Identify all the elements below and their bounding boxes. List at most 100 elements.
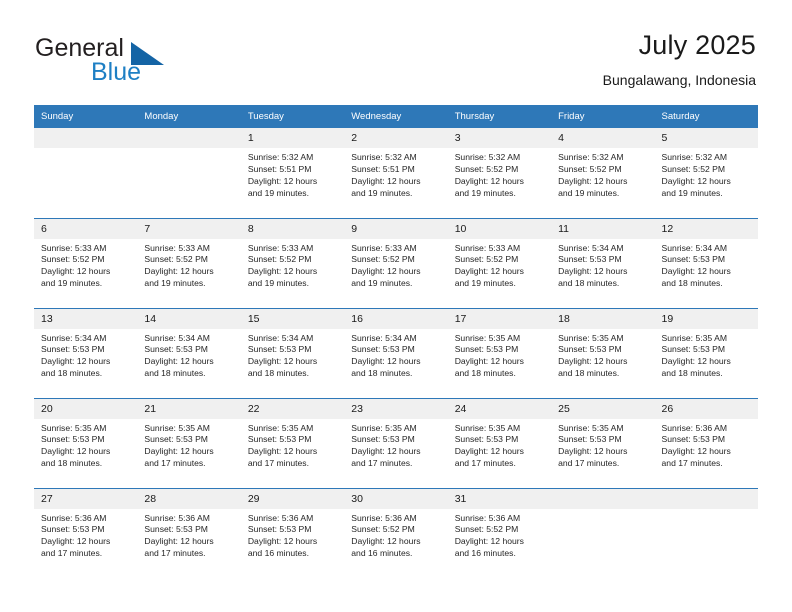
calendar-day-cell[interactable]: 7 Sunrise: 5:33 AM Sunset: 5:52 PM Daylight… xyxy=(137,217,241,308)
calendar-day-cell[interactable]: 6 Sunrise: 5:33 AM Sunset: 5:52 PM Daylight… xyxy=(34,217,138,308)
calendar-day-cell[interactable]: 12 Sunrise: 5:34 AM Sunset: 5:53 PM Dayligh… xyxy=(654,217,758,308)
calendar-day-cell[interactable]: 11 Sunrise: 5:34 AM Sunset: 5:53 PM Dayligh… xyxy=(551,217,655,308)
calendar-day-cell[interactable]: 26 Sunrise: 5:36 AM Sunset: 5:53 PM Dayligh… xyxy=(654,397,758,488)
calendar-day-cell[interactable]: 27 Sunrise: 5:36 AM Sunset: 5:53 PM Dayligh… xyxy=(34,487,138,578)
day-sun-info: Sunrise: 5:35 AM Sunset: 5:53 PM Daylight:… xyxy=(137,419,240,471)
calendar-day-cell[interactable]: 18 Sunrise: 5:35 AM Sunset: 5:53 PM Dayligh… xyxy=(551,307,655,398)
calendar-day-cell[interactable]: 15 Sunrise: 5:34 AM Sunset: 5:53 PM Dayligh… xyxy=(240,307,345,398)
day-info-line: and 17 minutes. xyxy=(144,548,206,559)
calendar-day-cell[interactable]: 5 Sunrise: 5:32 AM Sunset: 5:52 PM Daylight… xyxy=(654,128,758,218)
day-info-line: Sunset: 5:52 PM xyxy=(351,524,415,535)
day-sun-info: Sunrise: 5:35 AM Sunset: 5:53 PM Daylight:… xyxy=(241,419,344,471)
calendar-day-cell[interactable]: 3 Sunrise: 5:32 AM Sunset: 5:52 PM Daylight… xyxy=(447,128,552,218)
day-info-line: Sunset: 5:53 PM xyxy=(351,344,415,355)
calendar-day-cell[interactable]: 13 Sunrise: 5:34 AM Sunset: 5:53 PM Dayligh… xyxy=(34,307,138,398)
day-info-line: Daylight: 12 hours xyxy=(351,536,421,547)
day-sun-info: Sunrise: 5:33 AM Sunset: 5:52 PM Daylight:… xyxy=(34,239,137,291)
day-cell-content: 19 Sunrise: 5:35 AM Sunset: 5:53 PM Dayligh… xyxy=(654,308,758,398)
day-info-line: Sunset: 5:53 PM xyxy=(661,344,726,355)
calendar-day-cell[interactable]: 30 Sunrise: 5:36 AM Sunset: 5:52 PM Dayligh… xyxy=(344,487,448,578)
day-sun-info: Sunrise: 5:32 AM Sunset: 5:51 PM Daylight:… xyxy=(241,148,344,200)
day-sun-info: Sunrise: 5:34 AM Sunset: 5:53 PM Daylight:… xyxy=(34,329,137,381)
day-number: 7 xyxy=(137,218,241,239)
calendar-week-row: 6 Sunrise: 5:33 AM Sunset: 5:52 PM Daylight… xyxy=(34,217,758,308)
day-info-line: Daylight: 12 hours xyxy=(247,175,318,186)
calendar-day-cell[interactable]: 17 Sunrise: 5:35 AM Sunset: 5:53 PM Dayligh… xyxy=(447,307,552,398)
day-cell-content: 8 Sunrise: 5:33 AM Sunset: 5:52 PM Daylight… xyxy=(240,218,345,308)
day-info-line: and 19 minutes. xyxy=(41,278,103,289)
day-info-line: Daylight: 12 hours xyxy=(661,356,731,367)
day-number: 5 xyxy=(654,128,758,148)
calendar-day-cell[interactable]: 1 Sunrise: 5:32 AM Sunset: 5:51 PM Daylight… xyxy=(240,128,345,218)
day-info-line: Daylight: 12 hours xyxy=(247,536,318,547)
day-number: 23 xyxy=(344,398,448,419)
day-cell-content: 3 Sunrise: 5:32 AM Sunset: 5:52 PM Daylight… xyxy=(447,128,552,217)
day-number xyxy=(551,488,655,509)
weekday-header-friday: Friday xyxy=(551,105,655,128)
day-sun-info: Sunrise: 5:34 AM Sunset: 5:53 PM Daylight:… xyxy=(137,329,240,381)
calendar-day-cell[interactable]: 2 Sunrise: 5:32 AM Sunset: 5:51 PM Daylight… xyxy=(344,128,448,218)
day-number: 6 xyxy=(34,218,138,239)
day-cell-content: 4 Sunrise: 5:32 AM Sunset: 5:52 PM Daylight… xyxy=(551,128,655,217)
calendar-day-cell[interactable]: 21 Sunrise: 5:35 AM Sunset: 5:53 PM Dayligh… xyxy=(137,397,241,488)
day-info-line: Sunrise: 5:35 AM xyxy=(247,422,314,433)
calendar-day-cell[interactable]: 10 Sunrise: 5:33 AM Sunset: 5:52 PM Dayligh… xyxy=(447,217,552,308)
day-cell-content: 20 Sunrise: 5:35 AM Sunset: 5:53 PM Dayligh… xyxy=(34,398,138,488)
day-info-line: and 19 minutes. xyxy=(661,187,723,198)
day-info-line: Sunset: 5:52 PM xyxy=(351,254,415,265)
day-number: 25 xyxy=(551,398,655,419)
day-info-line: Sunset: 5:53 PM xyxy=(41,344,105,355)
calendar-day-cell[interactable]: 24 Sunrise: 5:35 AM Sunset: 5:53 PM Dayligh… xyxy=(447,397,552,488)
day-info-line: and 17 minutes. xyxy=(661,458,723,469)
calendar-day-cell[interactable]: 29 Sunrise: 5:36 AM Sunset: 5:53 PM Dayligh… xyxy=(240,487,345,578)
day-number: 21 xyxy=(137,398,241,419)
weekday-header-thursday: Thursday xyxy=(447,105,552,128)
day-sun-info: Sunrise: 5:36 AM Sunset: 5:52 PM Daylight:… xyxy=(448,509,551,561)
calendar-day-cell[interactable]: 19 Sunrise: 5:35 AM Sunset: 5:53 PM Dayligh… xyxy=(654,307,758,398)
day-info-line: Sunrise: 5:36 AM xyxy=(661,422,727,433)
calendar-empty-cell xyxy=(34,128,138,218)
calendar-day-cell[interactable]: 22 Sunrise: 5:35 AM Sunset: 5:53 PM Dayligh… xyxy=(240,397,345,488)
calendar-day-cell[interactable]: 23 Sunrise: 5:35 AM Sunset: 5:53 PM Dayligh… xyxy=(344,397,448,488)
weekday-header-saturday: Saturday xyxy=(654,105,758,128)
calendar-day-cell[interactable]: 14 Sunrise: 5:34 AM Sunset: 5:53 PM Dayligh… xyxy=(137,307,241,398)
day-info-line: Daylight: 12 hours xyxy=(41,536,111,547)
calendar-day-cell[interactable]: 4 Sunrise: 5:32 AM Sunset: 5:52 PM Daylight… xyxy=(551,128,655,218)
day-info-line: and 18 minutes. xyxy=(144,368,206,379)
calendar-day-cell[interactable]: 28 Sunrise: 5:36 AM Sunset: 5:53 PM Dayligh… xyxy=(137,487,241,578)
day-info-line: Sunset: 5:53 PM xyxy=(558,344,622,355)
calendar-week-row: 20 Sunrise: 5:35 AM Sunset: 5:53 PM Dayligh… xyxy=(34,397,758,488)
calendar-day-cell[interactable]: 9 Sunrise: 5:33 AM Sunset: 5:52 PM Daylight… xyxy=(344,217,448,308)
day-info-line: and 18 minutes. xyxy=(247,368,309,379)
day-info-line: Sunset: 5:51 PM xyxy=(351,163,415,174)
day-info-line: and 16 minutes. xyxy=(247,548,309,559)
day-info-line: Sunset: 5:53 PM xyxy=(661,254,726,265)
day-sun-info: Sunrise: 5:36 AM Sunset: 5:52 PM Daylight:… xyxy=(344,509,447,561)
calendar-day-cell[interactable]: 16 Sunrise: 5:34 AM Sunset: 5:53 PM Dayligh… xyxy=(344,307,448,398)
day-info-line: Sunrise: 5:36 AM xyxy=(247,512,314,523)
day-cell-content: 25 Sunrise: 5:35 AM Sunset: 5:53 PM Dayligh… xyxy=(551,398,655,488)
calendar-week-row: 27 Sunrise: 5:36 AM Sunset: 5:53 PM Dayligh… xyxy=(34,487,758,578)
day-info-line: Sunrise: 5:36 AM xyxy=(351,512,417,523)
day-info-line: Sunrise: 5:32 AM xyxy=(454,152,521,162)
day-cell-content: 21 Sunrise: 5:35 AM Sunset: 5:53 PM Dayligh… xyxy=(137,398,241,488)
day-number: 22 xyxy=(240,398,345,419)
day-info-line: Daylight: 12 hours xyxy=(661,446,731,457)
day-cell-content: 1 Sunrise: 5:32 AM Sunset: 5:51 PM Daylight… xyxy=(240,128,345,217)
day-number: 20 xyxy=(34,398,138,419)
calendar-day-cell[interactable]: 20 Sunrise: 5:35 AM Sunset: 5:53 PM Dayligh… xyxy=(34,397,138,488)
day-info-line: Daylight: 12 hours xyxy=(41,356,111,367)
day-sun-info: Sunrise: 5:35 AM Sunset: 5:53 PM Daylight:… xyxy=(448,329,551,381)
general-blue-logo[interactable]: General Blue xyxy=(35,34,255,88)
day-sun-info: Sunrise: 5:33 AM Sunset: 5:52 PM Daylight:… xyxy=(241,239,344,291)
calendar-day-cell[interactable]: 8 Sunrise: 5:33 AM Sunset: 5:52 PM Daylight… xyxy=(240,217,345,308)
day-number: 10 xyxy=(447,218,552,239)
day-sun-info: Sunrise: 5:35 AM Sunset: 5:53 PM Daylight:… xyxy=(655,329,758,381)
day-info-line: Sunset: 5:53 PM xyxy=(247,344,312,355)
day-info-line: Sunrise: 5:33 AM xyxy=(144,242,210,253)
calendar-day-cell[interactable]: 31 Sunrise: 5:36 AM Sunset: 5:52 PM Dayligh… xyxy=(447,487,552,578)
day-info-line: Daylight: 12 hours xyxy=(351,356,421,367)
day-cell-content: 12 Sunrise: 5:34 AM Sunset: 5:53 PM Dayligh… xyxy=(654,218,758,308)
calendar-day-cell[interactable]: 25 Sunrise: 5:35 AM Sunset: 5:53 PM Dayligh… xyxy=(551,397,655,488)
day-cell-content: 6 Sunrise: 5:33 AM Sunset: 5:52 PM Daylight… xyxy=(34,218,138,308)
